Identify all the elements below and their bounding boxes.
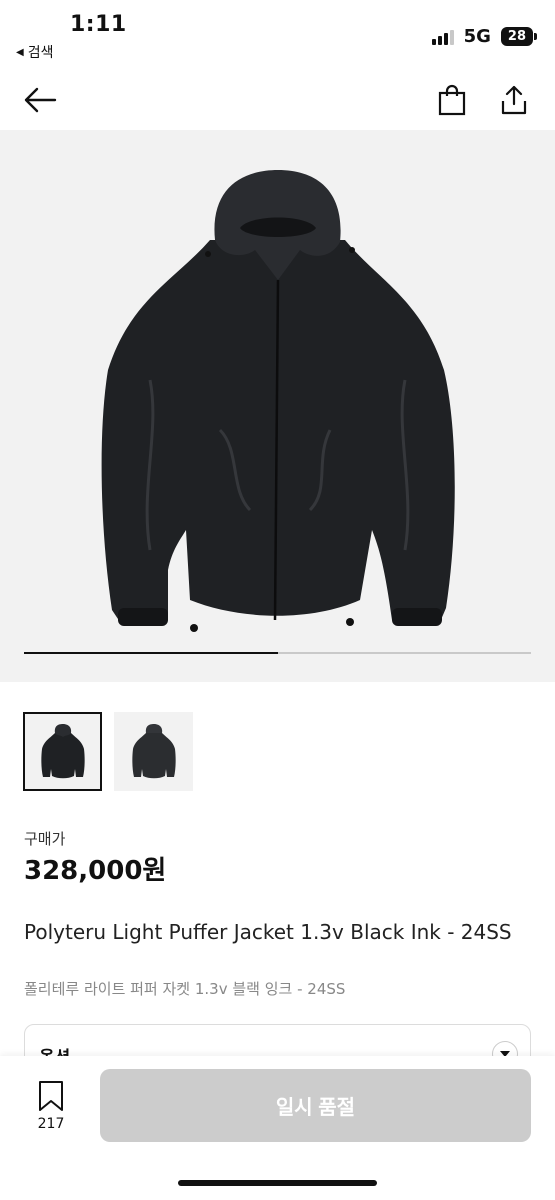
sold-out-button[interactable]: 일시 품절 [100, 1069, 531, 1142]
carousel-progress-fill [24, 652, 278, 654]
back-to-app-label: 검색 [27, 45, 54, 61]
thumbnail-list [23, 712, 193, 791]
jacket-front-image [101, 170, 455, 632]
cellular-signal-icon [431, 29, 454, 45]
product-title-korean: 폴리테루 라이트 퍼퍼 자켓 1.3v 블랙 잉크 - 24SS [24, 980, 346, 998]
status-bar: 1:11 ◀ 검색 5G 28 [0, 0, 555, 70]
top-nav [0, 70, 555, 130]
product-image-carousel[interactable] [0, 130, 555, 682]
status-time: 1:11 [70, 12, 127, 37]
arrow-left-icon [24, 87, 57, 113]
thumbnail-back[interactable] [114, 712, 193, 791]
status-indicators: 5G 28 [431, 26, 538, 47]
wishlist-count: 217 [37, 1116, 65, 1132]
price-value: 328,000원 [24, 856, 167, 886]
carousel-progress [24, 652, 531, 654]
bottom-action-bar: 217 일시 품절 [0, 1056, 555, 1200]
share-button[interactable] [494, 80, 534, 120]
shopping-bag-icon [438, 84, 466, 116]
back-triangle-icon: ◀ [16, 46, 24, 58]
price-label: 구매가 [24, 830, 66, 848]
cart-button[interactable] [432, 80, 472, 120]
back-to-app-link[interactable]: ◀ 검색 [16, 42, 53, 62]
network-type: 5G [463, 26, 491, 47]
wishlist-button[interactable]: 217 [28, 1080, 74, 1132]
home-indicator [178, 1180, 377, 1186]
battery-icon: 28 [500, 27, 538, 46]
bookmark-icon [39, 1081, 63, 1111]
thumbnail-front[interactable] [23, 712, 102, 791]
jacket-back-thumbnail [131, 723, 176, 778]
jacket-front-thumbnail [40, 723, 85, 778]
product-title: Polyteru Light Puffer Jacket 1.3v Black … [24, 920, 512, 944]
share-icon [501, 85, 527, 115]
back-button[interactable] [20, 80, 60, 120]
